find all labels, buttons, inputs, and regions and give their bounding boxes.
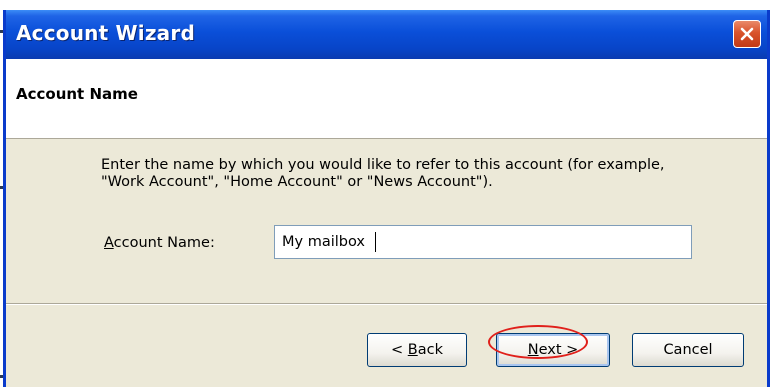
page-title: Account Name [16, 85, 138, 103]
back-button[interactable]: < Back [367, 333, 467, 367]
wizard-header-panel: Account Name [6, 59, 767, 139]
left-edge-artifact [0, 375, 3, 378]
cancel-button[interactable]: Cancel [632, 333, 744, 367]
wizard-body-panel: Enter the name by which you would like t… [6, 139, 767, 304]
close-icon [740, 27, 754, 41]
text-caret [375, 232, 376, 252]
next-button-rest: ext > [538, 342, 579, 358]
next-button-accel: N [527, 342, 539, 358]
account-name-label-rest: ccount Name: [113, 235, 215, 251]
close-button[interactable] [733, 20, 761, 48]
instructions-text: Enter the name by which you would like t… [101, 157, 665, 190]
window-title: Account Wizard [16, 21, 195, 45]
next-button[interactable]: Next > [496, 333, 610, 367]
account-wizard-window: Account Wizard Account Name Enter the na… [3, 10, 770, 387]
left-edge-artifact [0, 30, 3, 33]
back-button-accel: B [407, 342, 418, 358]
account-name-label-accel: A [104, 235, 114, 251]
left-edge-artifact [0, 186, 3, 189]
button-separator [6, 303, 767, 305]
back-button-rest: ack [417, 342, 443, 358]
account-name-input[interactable] [274, 225, 692, 259]
back-button-prefix: < [391, 342, 408, 358]
account-name-label: Account Name: [104, 235, 215, 251]
title-bar[interactable]: Account Wizard [6, 10, 767, 59]
